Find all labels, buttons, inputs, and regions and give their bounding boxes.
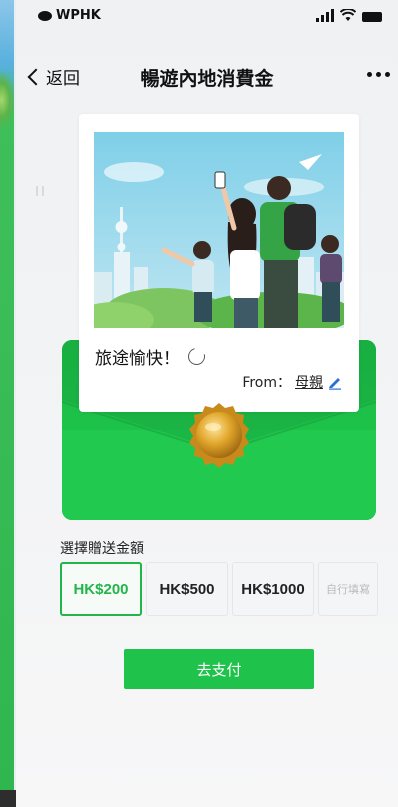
- amount-option-200[interactable]: HK$200: [60, 562, 142, 616]
- wifi-icon: [340, 9, 356, 21]
- previous-screen-bottom: [0, 790, 16, 807]
- nav-bar: 返回 暢遊內地消費金: [16, 58, 398, 94]
- carrier-label: WPHK: [56, 8, 101, 23]
- carrier: WPHK: [38, 8, 101, 23]
- from-line: From： 母親: [242, 372, 343, 392]
- from-prefix: From：: [242, 375, 291, 391]
- status-bar: WPHK: [16, 0, 398, 40]
- pay-button[interactable]: 去支付: [124, 649, 314, 689]
- greeting: 旅途愉快！: [95, 344, 209, 369]
- more-icon[interactable]: [367, 72, 390, 77]
- amount-option-custom[interactable]: 自行填寫: [318, 562, 378, 616]
- amount-option-1000[interactable]: HK$1000: [232, 562, 314, 616]
- amount-label: 選擇贈送金額: [60, 541, 144, 557]
- greeting-text: 旅途愉快！: [95, 349, 180, 369]
- amount-option-500[interactable]: HK$500: [146, 562, 228, 616]
- page-title: 暢遊內地消費金: [140, 68, 274, 90]
- travel-illustration: [94, 132, 344, 328]
- signal-icon: [316, 9, 334, 22]
- from-name[interactable]: 母親: [295, 372, 323, 392]
- status-icons: [316, 8, 382, 22]
- refresh-icon[interactable]: [184, 344, 209, 369]
- previous-screen-strip: [0, 0, 16, 807]
- carrier-icon: [38, 10, 52, 21]
- greeting-card: 旅途愉快！ From： 母親: [79, 114, 359, 412]
- amount-options: HK$200 HK$500 HK$1000 自行填寫: [60, 562, 378, 616]
- gift-screen: WPHK 返回 暢遊內地消費金 旅途愉快！ From： 母親 選擇贈送金額 HK…: [16, 0, 398, 807]
- edit-pencil-icon[interactable]: [327, 374, 343, 390]
- wax-seal-icon: [189, 403, 249, 468]
- faint-mark: [36, 186, 44, 196]
- battery-icon: [362, 12, 382, 22]
